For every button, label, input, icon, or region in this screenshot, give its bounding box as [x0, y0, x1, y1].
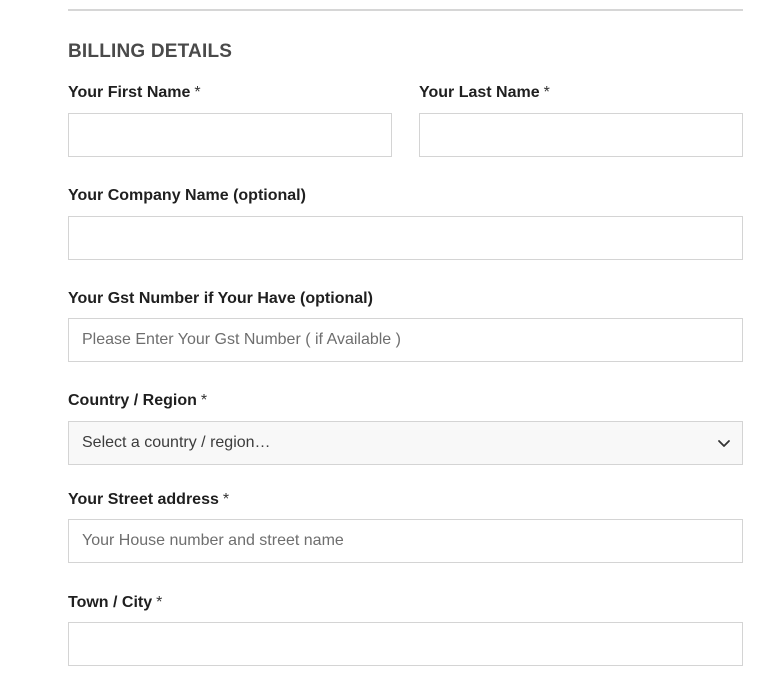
billing-details-heading: BILLING DETAILS	[68, 41, 233, 62]
town-city-input[interactable]	[68, 622, 743, 666]
street-address-input[interactable]	[68, 519, 743, 563]
country-region-label: Country / Region *	[68, 392, 207, 410]
gst-number-label: Your Gst Number if Your Have (optional)	[68, 290, 373, 308]
required-marker: *	[543, 84, 550, 101]
last-name-input[interactable]	[419, 113, 743, 157]
required-marker: *	[200, 392, 208, 409]
town-city-label-text: Town / City	[68, 594, 153, 611]
last-name-label-text: Your Last Name	[419, 84, 540, 101]
company-name-label: Your Company Name (optional)	[68, 187, 306, 205]
country-region-label-text: Country / Region	[68, 392, 197, 409]
company-name-input[interactable]	[68, 216, 743, 260]
country-region-select[interactable]: Select a country / region…	[68, 421, 743, 465]
country-region-selected-value: Select a country / region…	[82, 434, 271, 451]
required-marker: *	[194, 84, 201, 101]
required-marker: *	[222, 491, 230, 508]
street-address-label: Your Street address *	[68, 491, 229, 509]
gst-number-input[interactable]	[68, 318, 743, 362]
first-name-label: Your First Name *	[68, 84, 201, 102]
section-divider	[68, 9, 743, 11]
town-city-label: Town / City *	[68, 594, 162, 612]
last-name-label: Your Last Name *	[419, 84, 550, 102]
first-name-label-text: Your First Name	[68, 84, 191, 101]
chevron-down-icon	[718, 440, 730, 447]
required-marker: *	[156, 594, 163, 611]
company-name-label-text: Your Company Name (optional)	[68, 187, 306, 204]
gst-number-label-text: Your Gst Number if Your Have (optional)	[68, 290, 373, 307]
street-address-label-text: Your Street address	[68, 491, 219, 508]
first-name-input[interactable]	[68, 113, 392, 157]
